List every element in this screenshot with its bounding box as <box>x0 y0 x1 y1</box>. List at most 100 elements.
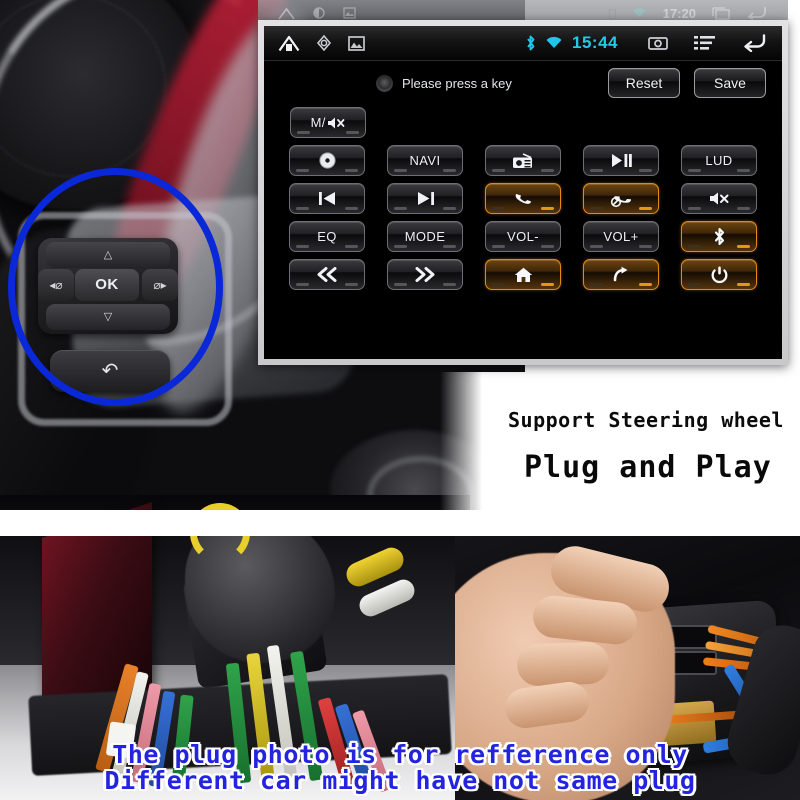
navi-label: NAVI <box>409 153 441 168</box>
bluetooth-button[interactable] <box>681 221 757 252</box>
key-cell: LUD <box>670 145 768 176</box>
phone-answer-icon <box>513 190 534 208</box>
key-row: NAVI LUD <box>278 145 768 176</box>
bluetooth-icon <box>713 227 726 246</box>
key-row <box>278 183 768 214</box>
home-icon <box>514 267 533 283</box>
eq-label: EQ <box>317 229 337 244</box>
play-pause-button[interactable] <box>583 145 659 176</box>
key-cell <box>474 183 572 214</box>
mute-icon <box>327 116 346 130</box>
radio-icon <box>512 152 534 169</box>
promo-panel-fade <box>440 372 500 532</box>
screenshot-icon[interactable] <box>648 36 668 51</box>
navbar-right-group <box>648 34 766 52</box>
volume-down-label: VOL- <box>507 229 539 244</box>
blue-highlight-circle <box>8 168 223 406</box>
key-cell: VOL- <box>474 221 572 252</box>
volume-up-label: VOL+ <box>603 229 639 244</box>
promo-support-line: Support Steering wheel <box>508 408 784 432</box>
key-cell <box>670 183 768 214</box>
compass-icon[interactable] <box>316 35 332 51</box>
navbar-status-group: 15:44 <box>525 33 618 53</box>
disclaimer-line-2: Different car might have not same plug <box>104 766 696 795</box>
volume-down-button[interactable]: VOL- <box>485 221 561 252</box>
home-icon <box>278 7 295 20</box>
key-cell <box>670 221 768 252</box>
lud-button[interactable]: LUD <box>681 145 757 176</box>
key-cell <box>278 145 376 176</box>
disclaimer-caption: The plug photo is for refference only Di… <box>0 742 800 794</box>
record-dot-icon <box>376 74 393 92</box>
brightness-icon <box>313 7 325 19</box>
key-cell <box>278 183 376 214</box>
mute-toggle-label: M/ <box>310 115 326 130</box>
power-button[interactable] <box>681 259 757 290</box>
disc-button[interactable] <box>289 145 365 176</box>
previous-button[interactable] <box>289 183 365 214</box>
return-icon <box>612 266 631 283</box>
wifi-icon <box>632 7 647 19</box>
home-icon[interactable] <box>278 35 300 52</box>
key-cell: MODE <box>376 221 474 252</box>
key-cell <box>474 259 572 290</box>
next-track-icon <box>416 191 435 206</box>
mute-button[interactable] <box>681 183 757 214</box>
key-cell <box>572 145 670 176</box>
key-cell <box>376 183 474 214</box>
volume-up-button[interactable]: VOL+ <box>583 221 659 252</box>
eq-button[interactable]: EQ <box>289 221 365 252</box>
battery-icon <box>608 8 616 19</box>
settings-header-row: Please press a key Reset Save <box>264 61 782 105</box>
screenshot-canvas: △ ◂⌀ OK ⌀▸ ▽ ↶ Support Steering wheel Pl… <box>0 0 800 800</box>
mute-toggle-button[interactable]: M/ <box>290 107 367 138</box>
phone-answer-button[interactable] <box>485 183 561 214</box>
key-cell <box>474 145 572 176</box>
disclaimer-line-1: The plug photo is for refference only <box>112 740 688 769</box>
recents-icon <box>712 6 730 20</box>
menu-icon[interactable] <box>694 35 715 51</box>
power-icon <box>711 266 728 284</box>
disc-icon <box>318 152 336 169</box>
key-assignment-grid: M/ NAVI LUD EQ MODE VOL- VOL+ <box>264 105 782 290</box>
return-button[interactable] <box>583 259 659 290</box>
reset-button[interactable]: Reset <box>608 68 680 98</box>
press-key-status: Please press a key <box>376 74 512 92</box>
key-cell <box>376 259 474 290</box>
faded-status-right-icons: 17:20 <box>608 5 766 21</box>
radio-button[interactable] <box>485 145 561 176</box>
android-navigation-bar: 15:44 <box>264 26 782 61</box>
key-cell <box>278 259 376 290</box>
promo-plug-and-play: Plug and Play <box>524 450 772 485</box>
home-button[interactable] <box>485 259 561 290</box>
head-unit-device: 15:44 Please press a key Reset Save M/ N… <box>258 20 788 365</box>
next-button[interactable] <box>387 183 463 214</box>
back-icon[interactable] <box>741 34 766 52</box>
key-row: M/ <box>278 107 768 138</box>
key-cell <box>572 183 670 214</box>
faded-status-left-icons <box>278 7 356 20</box>
key-cell: NAVI <box>376 145 474 176</box>
mode-button[interactable]: MODE <box>387 221 463 252</box>
navbar-left-group <box>278 35 365 52</box>
key-cell: M/ <box>278 107 378 138</box>
image-icon <box>343 7 356 19</box>
faded-clock: 17:20 <box>662 5 696 21</box>
key-row: EQ MODE VOL- VOL+ <box>278 221 768 252</box>
fast-forward-icon <box>414 267 436 282</box>
bluetooth-icon <box>525 34 536 52</box>
navi-button[interactable]: NAVI <box>387 145 463 176</box>
wifi-icon <box>545 36 563 50</box>
phone-hangup-button[interactable] <box>583 183 659 214</box>
key-cell: EQ <box>278 221 376 252</box>
white-divider-band <box>0 510 800 536</box>
rewind-button[interactable] <box>289 259 365 290</box>
gallery-icon[interactable] <box>348 35 365 51</box>
key-cell: VOL+ <box>572 221 670 252</box>
fast-forward-button[interactable] <box>387 259 463 290</box>
key-row <box>278 259 768 290</box>
key-cell <box>670 259 768 290</box>
status-clock: 15:44 <box>572 33 618 52</box>
save-button[interactable]: Save <box>694 68 766 98</box>
rewind-icon <box>316 267 338 282</box>
